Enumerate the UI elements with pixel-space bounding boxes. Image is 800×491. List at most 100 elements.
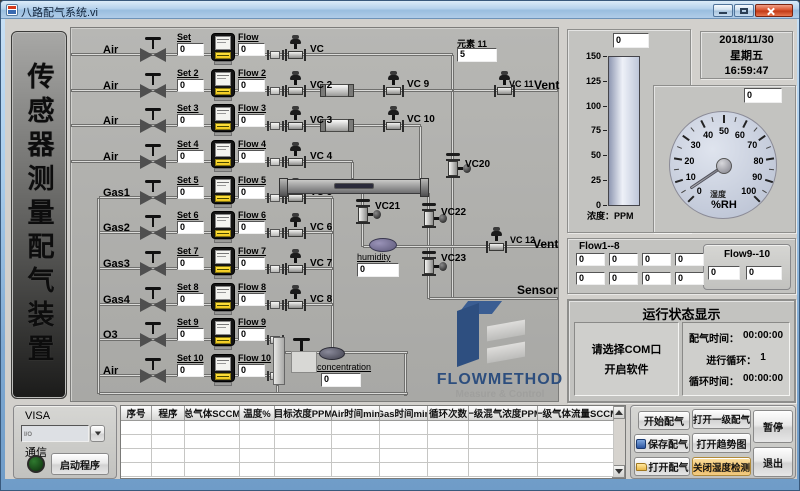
- table-cell: [240, 421, 275, 435]
- gauge-tick-label: 50: [716, 126, 732, 136]
- table-cell: [538, 449, 614, 463]
- program-table[interactable]: 序号程序总气体SCCM温度%目标浓度PPMAir时间minGas时间min循环次…: [120, 405, 626, 479]
- gauge-tick: [743, 120, 748, 128]
- save-icon: [636, 439, 646, 449]
- logo-subtitle: Measure & Control: [433, 389, 567, 400]
- gauge-tick-label: 80: [751, 156, 767, 166]
- flow910-title: Flow9--10: [703, 249, 791, 260]
- gauge-tick-label: 40: [700, 130, 716, 140]
- status-time1-label: 配气时间：: [689, 330, 739, 345]
- table-cell: [275, 463, 332, 477]
- open-level1-button[interactable]: 打开一级配气: [692, 409, 751, 429]
- table-cell: [380, 435, 428, 449]
- close-button[interactable]: [755, 4, 793, 17]
- table-cell: [428, 463, 469, 477]
- tank-bar: [608, 56, 640, 206]
- gauge-tick-label: 20: [681, 156, 697, 166]
- table-cell: [332, 435, 380, 449]
- table-cell: [240, 435, 275, 449]
- visa-io-icon: I/O: [24, 432, 32, 438]
- pause-button[interactable]: 暂停: [753, 410, 793, 443]
- start-program-button[interactable]: 启动程序: [51, 453, 109, 475]
- humidity-gauge: 0102030405060708090100湿度%RH: [669, 111, 777, 219]
- gauge-minor-tick: [766, 146, 771, 149]
- logo-shape: [487, 342, 525, 364]
- start-mixing-button[interactable]: 开始配气: [638, 411, 690, 430]
- table-cell: [152, 449, 185, 463]
- table-column-header[interactable]: 总气体SCCM: [185, 406, 240, 421]
- table-cell: [469, 435, 538, 449]
- table-cell: [538, 463, 614, 477]
- gauge-minor-tick: [691, 127, 695, 131]
- table-cell: [240, 463, 275, 477]
- table-cell: [152, 435, 185, 449]
- open-config-button[interactable]: 打开配气: [634, 457, 690, 476]
- maximize-button[interactable]: [734, 4, 754, 17]
- table-cell: [380, 463, 428, 477]
- app-icon: [6, 4, 18, 16]
- table-cell: [185, 463, 240, 477]
- logo: FLOWMETHOD Measure & Control: [433, 299, 567, 401]
- table-column-header[interactable]: Air时间min: [332, 406, 380, 421]
- table-cell: [185, 435, 240, 449]
- table-cell: [428, 449, 469, 463]
- table-column-header[interactable]: 序号: [121, 406, 152, 421]
- datetime-box: 2018/11/30 星期五 16:59:47: [700, 31, 793, 79]
- exit-button[interactable]: 退出: [753, 447, 793, 477]
- tank-value-display: 0: [613, 33, 649, 48]
- gauge-tick: [765, 178, 773, 182]
- gauge-tick: [766, 157, 774, 160]
- visa-combo-field[interactable]: I/O: [21, 425, 89, 442]
- gauge-hub: [716, 158, 732, 174]
- minimize-button[interactable]: [713, 4, 733, 17]
- gauge-minor-tick: [753, 127, 757, 131]
- window: 八路配气系统.vi 传感器测量配气装置 0 浓度：PPM 2018/11/30 …: [0, 0, 800, 491]
- gauge-tick-label: 60: [732, 130, 748, 140]
- table-cell: [121, 449, 152, 463]
- table-column-header[interactable]: 一级混气浓度PPM: [469, 406, 538, 421]
- table-column-header[interactable]: Gas时间min: [380, 406, 428, 421]
- table-cell: [332, 463, 380, 477]
- table-cell: [380, 421, 428, 435]
- status-time1-value: 00:00:00: [743, 330, 783, 345]
- table-cell: [332, 421, 380, 435]
- table-column-header[interactable]: 目标浓度PPM: [275, 406, 332, 421]
- visa-combo-dropdown-button[interactable]: [90, 425, 105, 442]
- status-cycle-value: 1: [760, 352, 766, 367]
- gauge-minor-tick: [712, 117, 714, 122]
- window-title: 八路配气系统.vi: [21, 4, 98, 20]
- chevron-down-icon: [94, 432, 100, 436]
- table-column-header[interactable]: 循环次数: [428, 406, 469, 421]
- table-cell: [538, 435, 614, 449]
- gauge-minor-tick: [677, 146, 682, 149]
- close-humidity-button[interactable]: 关闭湿度检测: [692, 457, 751, 476]
- table-cell: [275, 435, 332, 449]
- minimize-icon: [719, 12, 727, 14]
- time-text: 16:59:47: [724, 65, 768, 77]
- gauge-tick-label: 30: [688, 140, 704, 150]
- table-cell: [275, 421, 332, 435]
- table-cell: [185, 449, 240, 463]
- comm-led-indicator: [27, 455, 45, 473]
- banner-title: 传感器测量配气装置: [20, 62, 59, 368]
- gauge-value-display: 0: [744, 88, 782, 103]
- status-time2-value: 00:00:00: [743, 373, 783, 388]
- table-cell: [275, 449, 332, 463]
- save-config-button[interactable]: 保存配气: [634, 434, 690, 453]
- gauge-minor-tick: [763, 189, 768, 192]
- table-cell: [240, 449, 275, 463]
- table-column-header[interactable]: 一级气体流量SCCM: [538, 406, 614, 421]
- title-bar: 八路配气系统.vi: [1, 1, 799, 19]
- gauge-tick: [700, 120, 705, 128]
- table-column-header[interactable]: 程序: [152, 406, 185, 421]
- table-column-header[interactable]: 温度%: [240, 406, 275, 421]
- open-trend-button[interactable]: 打开趋势图: [692, 433, 751, 453]
- status-times-box: 配气时间：00:00:00 进行循环：1 循环时间：00:00:00: [682, 322, 790, 396]
- gauge-minor-tick: [769, 169, 774, 170]
- gauge-minor-tick: [734, 117, 736, 122]
- folder-icon: [636, 463, 647, 471]
- table-cell: [538, 421, 614, 435]
- status-time2-label: 循环时间：: [689, 373, 739, 388]
- tank-unit-label: 浓度：PPM: [587, 209, 634, 222]
- table-cell: [121, 463, 152, 477]
